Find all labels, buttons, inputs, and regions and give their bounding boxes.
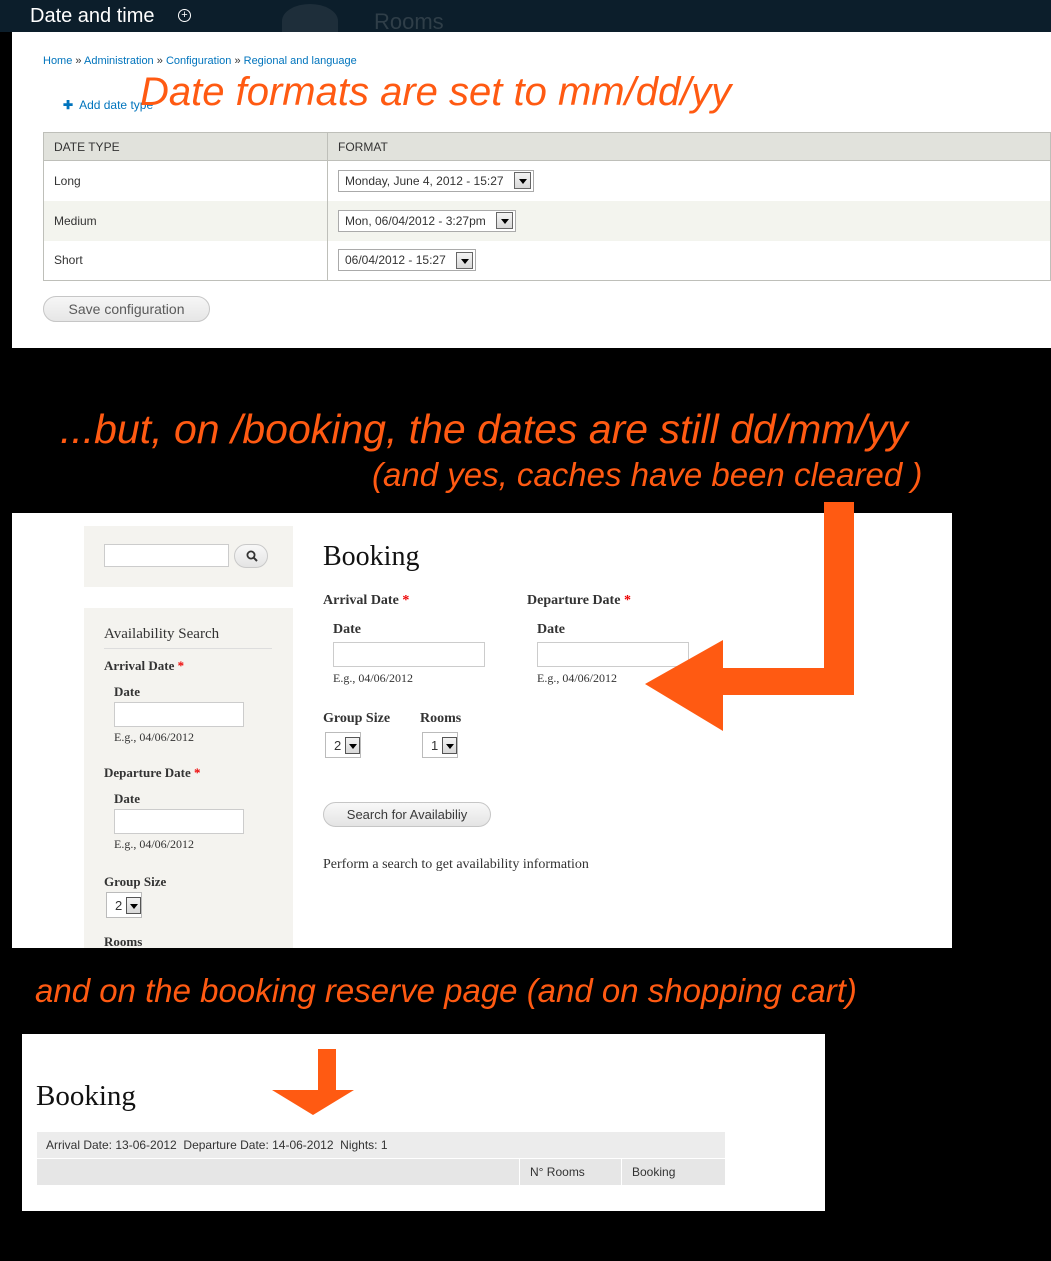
sidebar-rooms-label: Rooms	[104, 934, 143, 948]
table-row: Long Monday, June 4, 2012 - 15:27	[43, 160, 1051, 201]
format-select-long[interactable]: Monday, June 4, 2012 - 15:27	[338, 169, 534, 192]
table-row: Short 06/04/2012 - 15:27	[43, 240, 1051, 281]
annotation-reserve-page: and on the booking reserve page (and on …	[35, 972, 857, 1009]
breadcrumb-configuration[interactable]: Configuration	[166, 55, 231, 67]
add-shortcut-icon[interactable]: +	[178, 9, 191, 22]
rooms-label: Rooms	[420, 711, 462, 726]
sidebar-title: Availability Search	[104, 626, 220, 642]
dropdown-arrow-icon	[126, 896, 142, 914]
dropdown-arrow-icon	[345, 736, 361, 754]
arrival-date-input[interactable]	[333, 642, 485, 667]
column-header-format: Format	[327, 132, 1051, 161]
date-type-long: Long	[43, 160, 328, 201]
availability-info-text: Perform a search to get availability inf…	[323, 857, 589, 872]
sidebar-group-size-label: Group Size	[104, 874, 167, 889]
sidebar-arrival-date-label: Date	[114, 684, 140, 699]
availability-search-sidebar: Availability Search Arrival Date * Date …	[84, 608, 293, 948]
dropdown-arrow-icon	[495, 212, 513, 229]
group-size-select[interactable]: 2	[325, 732, 362, 758]
date-type-medium: Medium	[43, 200, 328, 241]
reserve-summary: Arrival Date: 13-06-2012 Departure Date:…	[37, 1132, 725, 1158]
sidebar-divider	[104, 648, 272, 649]
sidebar-departure-date-input[interactable]	[114, 809, 244, 834]
date-type-short: Short	[43, 240, 328, 281]
search-button[interactable]	[234, 544, 268, 568]
column-header-date-type: Date type	[43, 132, 328, 161]
departure-date-sub-label: Date	[537, 622, 565, 637]
sidebar-arrival-label: Arrival Date *	[104, 658, 185, 673]
booking-title: Booking	[323, 541, 420, 572]
column-header-booking: Booking	[621, 1159, 725, 1185]
reserve-title: Booking	[36, 1080, 136, 1112]
page-title: Date and time	[30, 5, 155, 27]
annotation-caches-cleared: (and yes, caches have been cleared )	[372, 456, 923, 493]
sidebar-departure-example: E.g., 04/06/2012	[114, 837, 194, 851]
arrival-date-example: E.g., 04/06/2012	[333, 671, 413, 685]
format-select-short[interactable]: 06/04/2012 - 15:27	[338, 249, 476, 272]
group-size-label: Group Size	[323, 711, 391, 726]
search-block	[84, 526, 293, 587]
search-icon	[246, 550, 258, 562]
departure-date-label: Departure Date *	[527, 593, 631, 608]
sidebar-arrival-example: E.g., 04/06/2012	[114, 730, 194, 744]
annotation-booking-dates: ...but, on /booking, the dates are still…	[60, 406, 908, 452]
rooms-select[interactable]: 1	[422, 732, 459, 758]
column-header-rooms: N° Rooms	[519, 1159, 621, 1185]
sidebar-departure-label: Departure Date *	[104, 765, 201, 780]
booking-page-panel: Availability Search Arrival Date * Date …	[12, 513, 952, 948]
dropdown-arrow-icon	[455, 251, 473, 269]
arrival-date-label: Arrival Date *	[323, 593, 410, 608]
search-availability-button[interactable]: Search for Availabiliy	[323, 802, 491, 827]
reserve-table-header: N° Rooms Booking	[37, 1159, 725, 1185]
breadcrumb-home[interactable]: Home	[43, 55, 72, 67]
sidebar-departure-date-label: Date	[114, 791, 140, 806]
search-input[interactable]	[104, 544, 229, 567]
booking-reserve-panel: Booking Arrival Date: 13-06-2012 Departu…	[22, 1034, 825, 1211]
table-row: Medium Mon, 06/04/2012 - 3:27pm	[43, 200, 1051, 241]
annotation-date-formats: Date formats are set to mm/dd/yy	[140, 70, 732, 114]
dropdown-arrow-icon	[442, 736, 458, 754]
departure-date-input[interactable]	[537, 642, 689, 667]
save-configuration-button[interactable]: Save configuration	[43, 296, 210, 322]
admin-toolbar: Rooms Date and time +	[0, 0, 1051, 38]
plus-icon: ✚	[63, 98, 74, 112]
breadcrumb-administration[interactable]: Administration	[84, 55, 154, 67]
sidebar-group-size-select[interactable]: 2	[106, 892, 143, 918]
sidebar-arrival-date-input[interactable]	[114, 702, 244, 727]
date-time-settings-panel: Home » Administration » Configuration » …	[12, 32, 1051, 348]
format-select-medium[interactable]: Mon, 06/04/2012 - 3:27pm	[338, 209, 516, 232]
arrival-date-sub-label: Date	[333, 622, 361, 637]
date-format-table: Date type Format Long Monday, June 4, 20…	[43, 132, 1051, 281]
dropdown-arrow-icon	[513, 172, 531, 190]
breadcrumb-regional[interactable]: Regional and language	[244, 55, 357, 67]
departure-date-example: E.g., 04/06/2012	[537, 671, 617, 685]
breadcrumb: Home » Administration » Configuration » …	[43, 55, 357, 67]
